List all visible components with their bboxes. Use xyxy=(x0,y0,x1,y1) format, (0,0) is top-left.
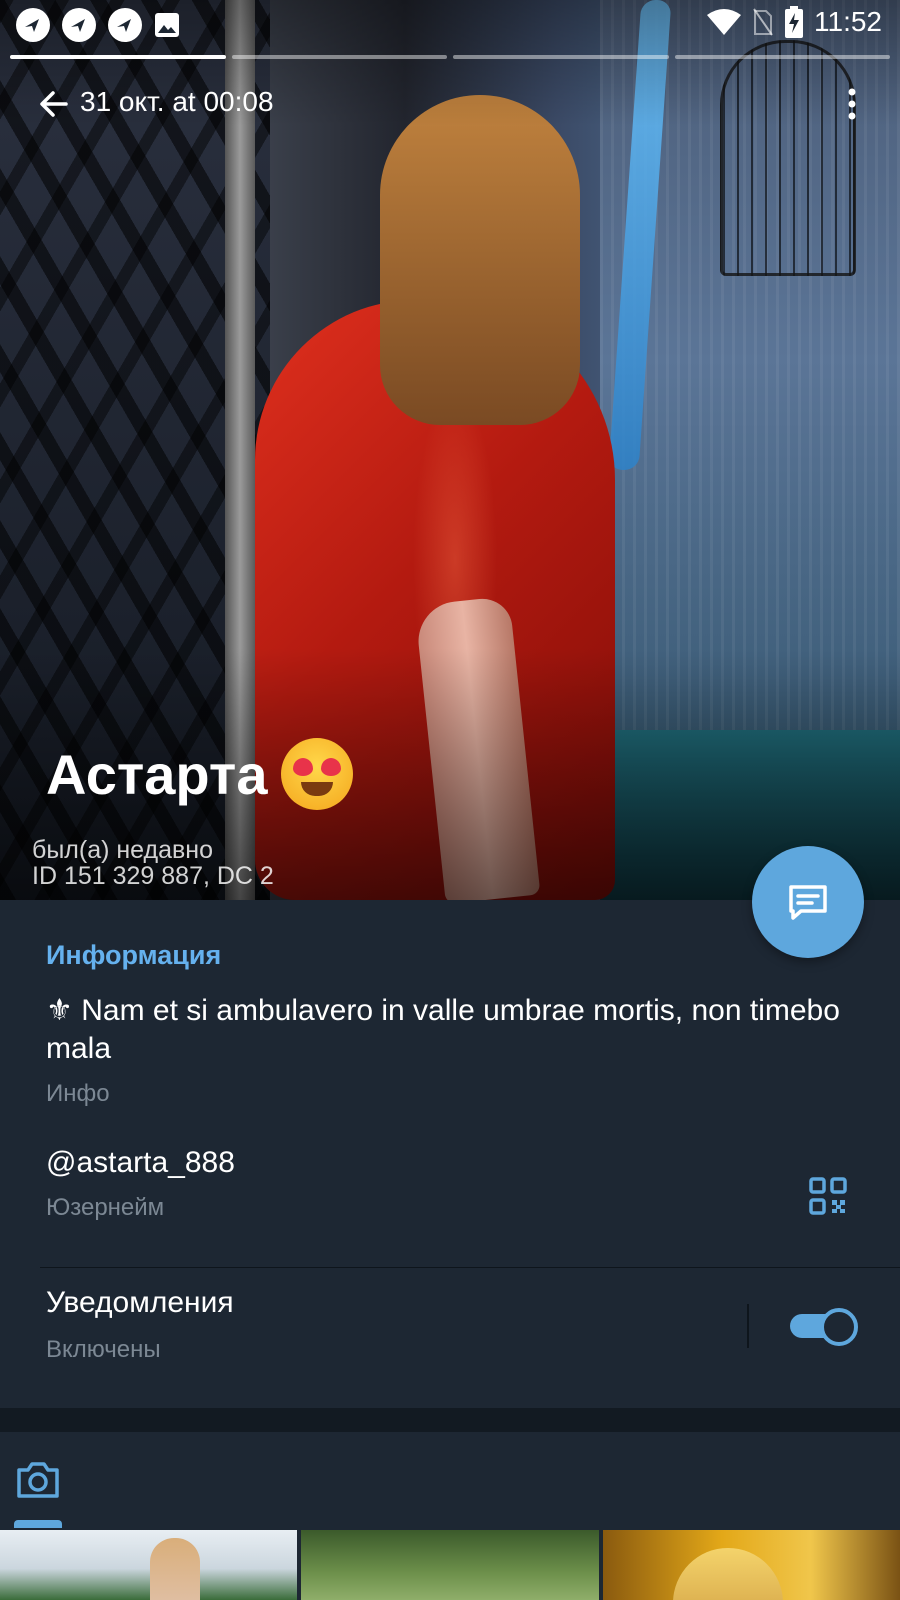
media-thumbnail[interactable] xyxy=(602,1530,900,1600)
story-segment xyxy=(231,55,447,59)
app-notification-icon xyxy=(108,8,142,42)
send-message-button[interactable] xyxy=(752,846,864,958)
story-progress xyxy=(10,55,890,59)
media-thumbnail[interactable] xyxy=(0,1530,298,1600)
tab-indicator xyxy=(14,1520,62,1528)
divider xyxy=(40,1267,900,1268)
vertical-separator xyxy=(747,1304,749,1348)
app-notification-icon xyxy=(62,8,96,42)
notifications-title: Уведомления xyxy=(46,1286,234,1319)
more-vertical-icon[interactable] xyxy=(844,84,860,124)
notifications-state: Включены xyxy=(46,1336,161,1363)
wifi-icon xyxy=(707,9,741,35)
status-bar: 11:52 xyxy=(0,0,900,48)
bio-content: Nam et si ambulavero in valle umbrae mor… xyxy=(46,994,840,1065)
arrow-left-icon[interactable] xyxy=(36,86,72,122)
username-row[interactable]: @astarta_888 Юзернейм xyxy=(0,1146,900,1246)
app-notification-icon xyxy=(16,8,50,42)
media-tabs xyxy=(0,1432,900,1528)
username-label: Юзернейм xyxy=(46,1194,165,1221)
story-segment xyxy=(674,55,890,59)
notifications-row[interactable]: Уведомления Включены xyxy=(0,1286,900,1386)
fleur-de-lis-icon: ⚜ xyxy=(46,994,73,1027)
info-section: Информация ⚜ Nam et si ambulavero in val… xyxy=(0,900,900,1408)
gallery-icon xyxy=(155,13,179,37)
profile-name-text: Астарта xyxy=(46,742,268,806)
photo-date-title: 31 окт. at 00:08 xyxy=(80,86,274,117)
section-title: Информация xyxy=(46,940,222,970)
bio-text[interactable]: ⚜ Nam et si ambulavero in valle umbrae m… xyxy=(46,992,846,1068)
section-gap xyxy=(0,1408,900,1432)
bio-label: Инфо xyxy=(46,1080,110,1107)
media-thumbnail[interactable] xyxy=(301,1530,599,1600)
top-bar: 31 окт. at 00:08 xyxy=(0,76,900,132)
media-grid xyxy=(0,1530,900,1600)
clock: 11:52 xyxy=(814,6,882,37)
heart-eyes-emoji-icon xyxy=(281,738,354,810)
user-id: ID 151 329 887, DC 2 xyxy=(32,862,274,890)
battery-charging-icon xyxy=(785,6,803,38)
username: @astarta_888 xyxy=(46,1146,235,1179)
last-seen: был(а) недавно xyxy=(32,836,214,864)
qr-code-icon[interactable] xyxy=(808,1176,848,1216)
story-segment xyxy=(453,55,669,59)
camera-icon[interactable] xyxy=(14,1460,62,1500)
message-icon xyxy=(789,885,827,920)
notifications-toggle[interactable] xyxy=(790,1306,858,1346)
profile-name: Астарта xyxy=(32,738,367,810)
no-sim-icon xyxy=(753,8,773,36)
story-segment xyxy=(10,55,226,59)
